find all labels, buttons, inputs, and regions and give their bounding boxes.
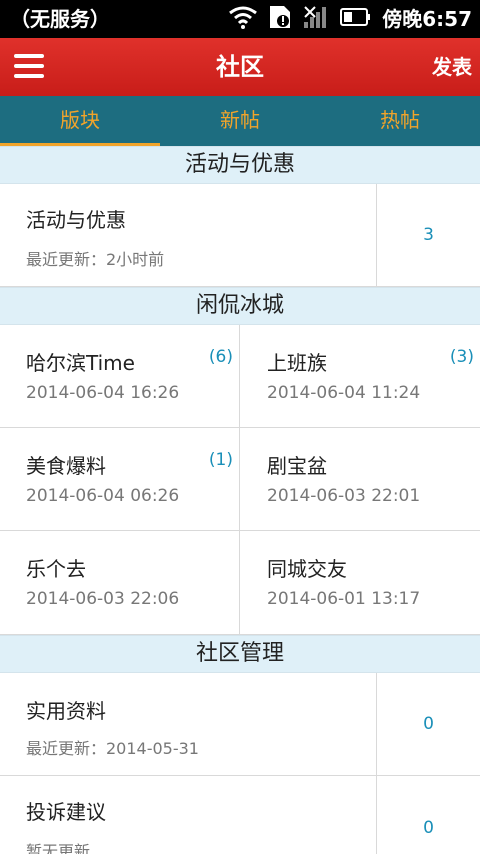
board-updated: 最近更新：2小时前 bbox=[26, 250, 165, 269]
board-title: 投诉建议 bbox=[26, 800, 106, 824]
board-title: 实用资料 bbox=[26, 699, 106, 723]
app-header: 社区 发表 bbox=[0, 38, 480, 96]
board-date: 2014-06-04 16:26 bbox=[26, 383, 180, 403]
board-title: 同城交友 bbox=[267, 557, 347, 581]
tab-hot-posts[interactable]: 热帖 bbox=[320, 96, 480, 146]
battery-icon bbox=[340, 7, 372, 31]
tab-boards[interactable]: 版块 bbox=[0, 96, 160, 147]
board-count: (6) bbox=[208, 347, 233, 367]
board-cell[interactable]: 哈尔滨Time 2014-06-04 16:26 (6) bbox=[0, 325, 240, 427]
board-title: 美食爆料 bbox=[26, 454, 106, 478]
board-date: 2014-06-03 22:06 bbox=[26, 589, 180, 609]
board-date: 2014-06-03 22:01 bbox=[267, 486, 421, 506]
board-count: 0 bbox=[376, 673, 480, 775]
board-count: 0 bbox=[376, 776, 480, 854]
board-date: 2014-06-01 13:17 bbox=[267, 589, 421, 609]
post-button[interactable]: 发表 bbox=[432, 38, 472, 96]
board-title: 活动与优惠 bbox=[26, 208, 126, 232]
sim-alert-icon bbox=[268, 4, 292, 34]
menu-icon[interactable] bbox=[14, 54, 44, 80]
wifi-icon bbox=[228, 5, 258, 33]
board-date: 2014-06-04 11:24 bbox=[267, 383, 421, 403]
page-title: 社区 bbox=[216, 53, 264, 81]
section-header: 活动与优惠 bbox=[0, 146, 480, 184]
board-row[interactable]: 活动与优惠 最近更新：2小时前 3 bbox=[0, 184, 480, 287]
status-bar: （无服务） 傍晚6:57 bbox=[0, 0, 480, 38]
board-grid-row: 哈尔滨Time 2014-06-04 16:26 (6) 上班族 2014-06… bbox=[0, 325, 480, 428]
board-title: 剧宝盆 bbox=[267, 454, 327, 478]
section-header: 闲侃冰城 bbox=[0, 287, 480, 325]
board-cell[interactable]: 剧宝盆 2014-06-03 22:01 bbox=[240, 428, 480, 530]
section-header: 社区管理 bbox=[0, 635, 480, 673]
clock-text: 傍晚6:57 bbox=[382, 7, 472, 31]
board-grid-row: 美食爆料 2014-06-04 06:26 (1) 剧宝盆 2014-06-03… bbox=[0, 428, 480, 531]
board-count: (3) bbox=[449, 347, 474, 367]
board-grid-row: 乐个去 2014-06-03 22:06 同城交友 2014-06-01 13:… bbox=[0, 531, 480, 635]
tab-new-posts[interactable]: 新帖 bbox=[160, 96, 320, 146]
board-row[interactable]: 实用资料 最近更新：2014-05-31 0 bbox=[0, 673, 480, 776]
board-count: (1) bbox=[208, 450, 233, 470]
board-updated: 暂无更新 bbox=[26, 842, 91, 854]
board-count: 3 bbox=[376, 184, 480, 286]
tab-bar: 版块 新帖 热帖 bbox=[0, 96, 480, 147]
board-updated: 最近更新：2014-05-31 bbox=[26, 739, 199, 758]
board-date: 2014-06-04 06:26 bbox=[26, 486, 180, 506]
board-title: 哈尔滨Time bbox=[26, 351, 135, 375]
board-title: 乐个去 bbox=[26, 557, 86, 581]
carrier-text: （无服务） bbox=[10, 7, 110, 31]
board-cell[interactable]: 同城交友 2014-06-01 13:17 bbox=[240, 531, 480, 634]
board-title: 上班族 bbox=[267, 351, 327, 375]
board-row[interactable]: 投诉建议 暂无更新 0 bbox=[0, 776, 480, 854]
board-cell[interactable]: 美食爆料 2014-06-04 06:26 (1) bbox=[0, 428, 240, 530]
board-cell[interactable]: 上班族 2014-06-04 11:24 (3) bbox=[240, 325, 480, 427]
board-cell[interactable]: 乐个去 2014-06-03 22:06 bbox=[0, 531, 240, 634]
signal-icon bbox=[302, 4, 330, 34]
status-icons bbox=[228, 5, 382, 33]
